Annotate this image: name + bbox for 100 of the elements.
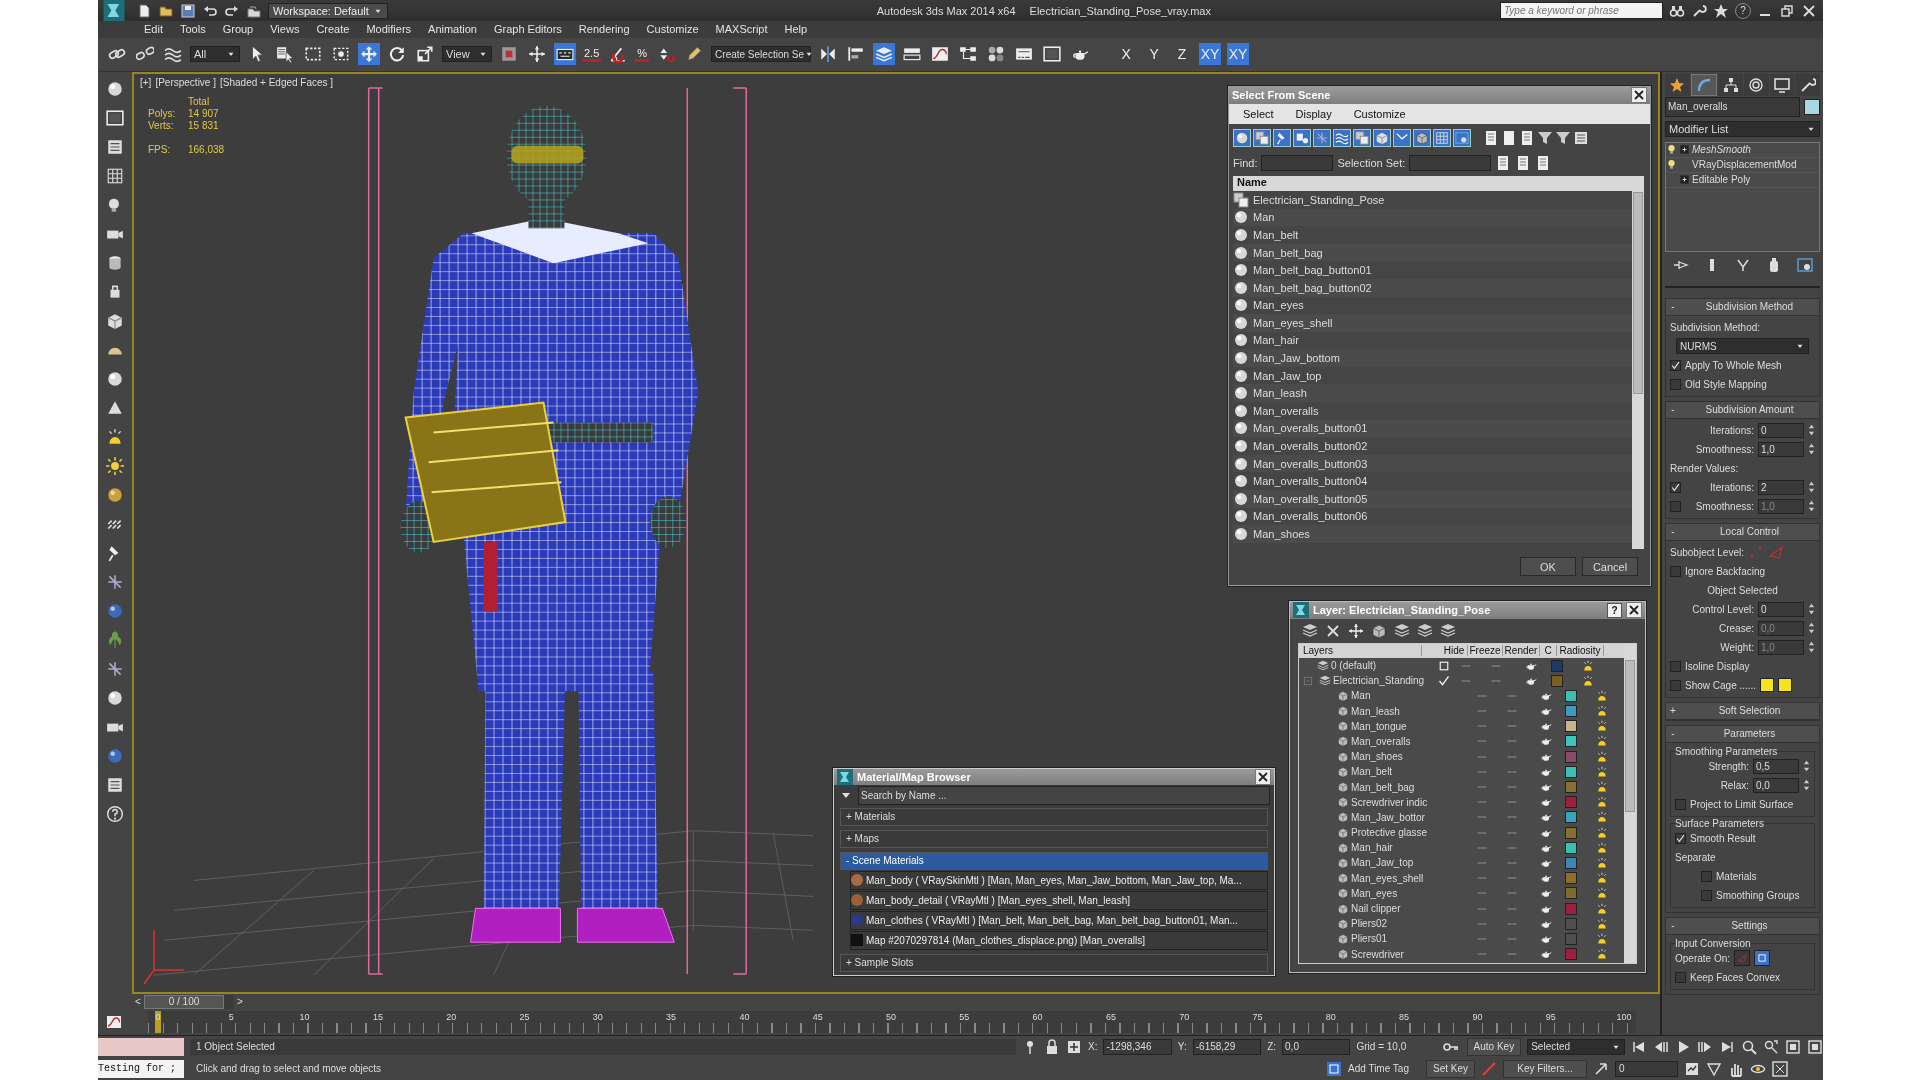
column-header[interactable]: Radiosity <box>1557 645 1604 657</box>
object-name[interactable]: Man_overalls_button06 <box>1253 510 1368 523</box>
rollout-header[interactable]: - Subdivision Method <box>1666 298 1819 316</box>
next-frame-button[interactable]: > <box>234 996 246 1008</box>
previous-frame-button[interactable]: < <box>132 996 144 1008</box>
spinner-field[interactable]: 1,0 <box>1758 441 1804 457</box>
spinner-field[interactable]: 0 <box>1758 422 1804 438</box>
object-name[interactable]: Man_overalls <box>1253 404 1319 417</box>
menu-item[interactable]: Help <box>784 23 808 36</box>
group-header[interactable]: + Materials <box>840 807 1268 826</box>
column-header[interactable]: Name <box>1233 175 1632 191</box>
menu-item[interactable]: Tools <box>179 23 206 36</box>
modifier-name[interactable]: Editable Poly <box>1692 174 1751 186</box>
object-name[interactable]: Man <box>1253 211 1275 224</box>
menu-item[interactable]: Group <box>222 23 254 36</box>
menu-item[interactable]: Customize <box>646 23 699 36</box>
layer-name[interactable]: Nail clipper <box>1351 903 1401 915</box>
object-name[interactable]: Man_overalls_button03 <box>1253 457 1368 470</box>
layer-name[interactable]: Man_leash <box>1351 705 1400 717</box>
group-header[interactable]: - Scene Materials <box>840 851 1268 870</box>
layer-name[interactable]: Man_belt_bag <box>1351 781 1415 793</box>
axis-constraint-button[interactable]: XY <box>1227 43 1250 66</box>
key-mode-dropdown[interactable]: Selected <box>1527 1038 1625 1055</box>
modifier-name[interactable]: MeshSmooth <box>1692 144 1751 156</box>
object-name[interactable]: Man_leash <box>1253 387 1307 400</box>
menu-item[interactable]: Views <box>270 23 300 36</box>
menu-item[interactable]: Edit <box>144 23 163 36</box>
layer-name[interactable]: Man_shoes <box>1351 751 1403 763</box>
column-header[interactable]: C <box>1540 645 1557 657</box>
object-name[interactable]: Man_Jaw_top <box>1253 369 1322 382</box>
coordinate-field[interactable]: -6158,29 <box>1192 1038 1262 1055</box>
layer-name[interactable]: Electrician_Standing <box>1333 675 1425 687</box>
set-key-button[interactable]: Set Key <box>1426 1059 1476 1078</box>
object-name-field[interactable]: Man_overalls <box>1665 96 1800 117</box>
menu-item[interactable]: Customize <box>1353 107 1406 120</box>
object-name[interactable]: Man_eyes_shell <box>1253 316 1333 329</box>
menu-item[interactable]: Graph Editors <box>493 23 562 36</box>
layer-name[interactable]: Man_overalls <box>1351 735 1411 747</box>
material-item[interactable]: Man_body_detail ( VRayMtl ) [Man_eyes_shell, Man_leash] <box>850 890 1268 910</box>
help-button[interactable]: ? <box>1607 602 1622 618</box>
layer-name[interactable]: Pliers01 <box>1351 933 1388 945</box>
modifier-name[interactable]: VRayDisplacementMod <box>1692 159 1797 171</box>
layer-name[interactable]: Screwdriver indic <box>1351 796 1428 808</box>
object-name[interactable]: Man_overalls_button04 <box>1253 475 1368 488</box>
current-frame-field[interactable]: 0 <box>1615 1060 1679 1077</box>
coordinate-field[interactable]: -1298,346 <box>1103 1038 1172 1055</box>
key-filters-button[interactable]: Key Filters... <box>1503 1059 1588 1078</box>
reference-coordinate-dropdown[interactable]: View <box>442 46 492 63</box>
named-selection-dropdown[interactable]: Create Selection Se <box>711 46 812 63</box>
object-name[interactable]: Man_overalls_button01 <box>1253 422 1368 435</box>
spinner-field[interactable]: 0 <box>1758 601 1804 617</box>
layer-name[interactable]: Protective glasse <box>1351 827 1428 839</box>
object-name[interactable]: Man_overalls_button02 <box>1253 440 1368 453</box>
column-header[interactable]: Layers <box>1299 645 1422 657</box>
rollout-header[interactable]: - Parameters <box>1666 725 1819 743</box>
layer-name[interactable]: 0 (default) <box>1331 660 1377 672</box>
auto-key-button[interactable]: Auto Key <box>1466 1037 1522 1056</box>
dialog-button[interactable]: Cancel <box>1582 557 1638 577</box>
rollout-header[interactable]: - Local Control <box>1666 523 1819 541</box>
layer-name[interactable]: Man_hair <box>1351 842 1393 854</box>
layer-name[interactable]: Man <box>1351 690 1371 702</box>
viewport-label[interactable]: [Perspective ] <box>155 76 216 88</box>
rollout-header[interactable]: - Subdivision Amount <box>1666 401 1819 419</box>
axis-constraint-button[interactable]: XY <box>1199 43 1222 66</box>
dialog-button[interactable]: OK <box>1520 557 1576 577</box>
axis-constraint-button[interactable]: Y <box>1143 43 1166 66</box>
menu-item[interactable]: Rendering <box>578 23 630 36</box>
layer-name[interactable]: Man_belt <box>1351 766 1393 778</box>
menu-item[interactable]: Modifiers <box>366 23 412 36</box>
material-item[interactable]: Man_body ( VRaySkinMtl ) [Man, Man_eyes, Man_Jaw_bottom, Man_Jaw_top, Ma... <box>850 870 1268 890</box>
object-name[interactable]: Man_eyes <box>1253 299 1304 312</box>
group-header[interactable]: + Maps <box>840 829 1268 848</box>
spinner-field[interactable]: 2 <box>1758 479 1804 495</box>
rollout-header[interactable]: - Settings <box>1666 917 1819 935</box>
object-name[interactable]: Man_shoes <box>1253 528 1310 540</box>
object-name[interactable]: Man_belt_bag_button01 <box>1253 264 1372 277</box>
menu-item[interactable]: Create <box>316 23 350 36</box>
material-item[interactable]: Man_clothes ( VRayMtl ) [Man_belt, Man_belt_bag, Man_belt_bag_button01, Man... <box>850 910 1268 930</box>
subdivision-method-dropdown[interactable]: NURMS <box>1676 338 1809 355</box>
object-name[interactable]: Electrician_Standing_Pose <box>1253 193 1385 206</box>
script-listener-field[interactable]: Testing for ; <box>98 1059 184 1078</box>
axis-constraint-button[interactable]: Z <box>1171 43 1194 66</box>
spinner-field[interactable]: 0,0 <box>1753 777 1799 793</box>
workspace-dropdown[interactable]: Workspace: Default <box>268 2 388 19</box>
object-name[interactable]: Man_belt <box>1253 228 1299 241</box>
time-slider-thumb[interactable]: 0 / 100 <box>144 994 224 1009</box>
layer-name[interactable]: Man_Jaw_bottor <box>1351 811 1425 823</box>
layer-name[interactable]: Pliers02 <box>1351 918 1388 930</box>
object-name[interactable]: Man_belt_bag <box>1253 246 1323 259</box>
axis-constraint-button[interactable]: X <box>1115 43 1138 66</box>
coordinate-field[interactable]: 0,0 <box>1282 1038 1351 1055</box>
layer-name[interactable]: Screwdriver <box>1351 948 1404 960</box>
search-field[interactable]: Search by Name ... <box>858 785 1270 805</box>
layer-name[interactable]: Man_Jaw_top <box>1351 857 1414 869</box>
layer-name[interactable]: Man_eyes <box>1351 887 1398 899</box>
spinner-field[interactable]: 0,5 <box>1753 758 1799 774</box>
column-header[interactable]: Hide <box>1441 645 1468 657</box>
snap-toggle[interactable]: 2.5 <box>582 46 602 62</box>
menu-item[interactable]: Display <box>1295 107 1332 120</box>
percent-snap-toggle[interactable]: % <box>635 46 650 62</box>
